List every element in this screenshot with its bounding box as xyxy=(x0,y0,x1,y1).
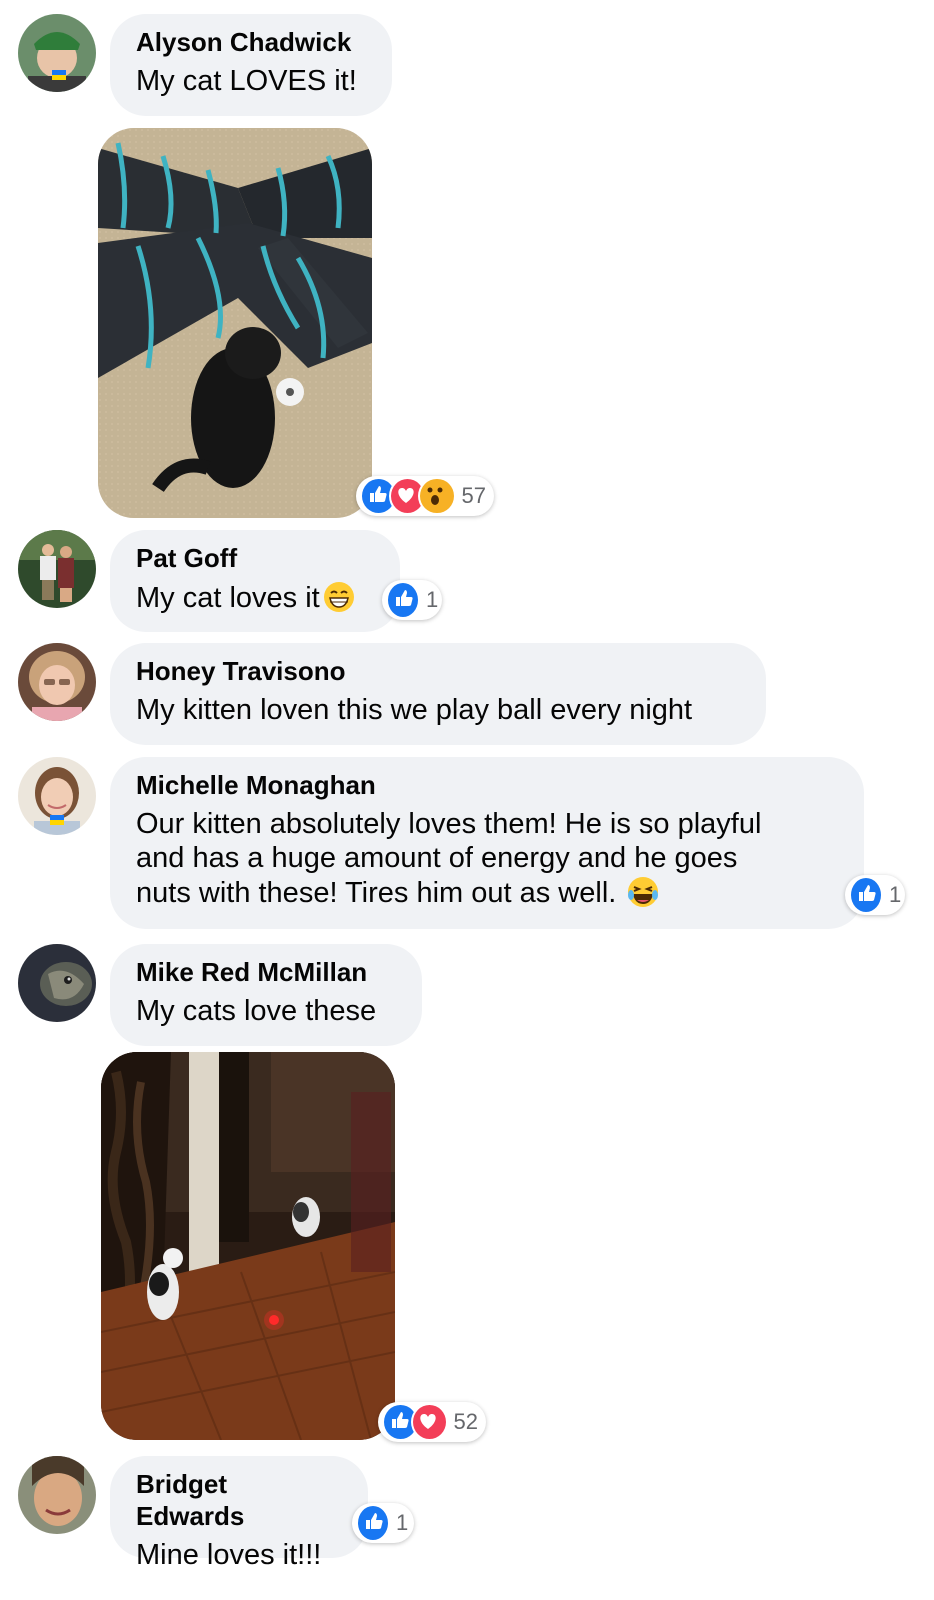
avatar-bridget-edwards[interactable] xyxy=(18,1456,96,1534)
comment-text: My cat LOVES it! xyxy=(136,65,357,97)
comment-photo-cat-tunnel[interactable] xyxy=(98,128,372,518)
reaction-count: 52 xyxy=(453,1409,478,1434)
grin-emoji xyxy=(322,580,356,614)
avatar-mike-red-mcmillan[interactable] xyxy=(18,944,96,1022)
comment-bubble[interactable]: Honey Travisono My kitten loven this we … xyxy=(110,643,766,745)
avatar-pat-goff[interactable] xyxy=(18,530,96,608)
avatar-michelle-monaghan[interactable] xyxy=(18,757,96,835)
reaction-count: 57 xyxy=(461,483,486,508)
like-icon xyxy=(386,581,420,619)
reactions-summary[interactable]: 1 xyxy=(352,1503,414,1543)
laugh-emoji xyxy=(626,875,660,909)
reactions-summary[interactable]: 52 xyxy=(378,1402,486,1442)
comment-author[interactable]: Pat Goff xyxy=(136,542,374,574)
comment-text: My kitten loven this we play ball every … xyxy=(136,694,693,726)
avatar-alyson-chadwick[interactable] xyxy=(18,14,96,92)
comment-author[interactable]: Mike Red McMillan xyxy=(136,956,396,988)
reactions-summary[interactable]: 1 xyxy=(382,580,442,620)
comment-text: Our kitten absolutely loves them! He is … xyxy=(136,808,762,909)
like-icon xyxy=(356,1504,390,1542)
avatar-honey-travisono[interactable] xyxy=(18,643,96,721)
reaction-count: 1 xyxy=(426,587,439,612)
comment-text: My cat loves it xyxy=(136,580,374,615)
comment-text: My cats love these xyxy=(136,995,377,1027)
comment-bubble[interactable]: Pat Goff My cat loves it xyxy=(110,530,400,632)
like-icon xyxy=(849,876,883,914)
reaction-count: 1 xyxy=(889,882,902,907)
comment-author[interactable]: Honey Travisono xyxy=(136,655,740,687)
reactions-summary[interactable]: 1 xyxy=(845,875,905,915)
comment-text: Mine loves it!!! xyxy=(136,1539,322,1571)
comment-bubble[interactable]: Alyson Chadwick My cat LOVES it! xyxy=(110,14,392,116)
comment-bubble[interactable]: Mike Red McMillan My cats love these xyxy=(110,944,422,1046)
comment-bubble[interactable]: Michelle Monaghan Our kitten absolutely … xyxy=(110,757,864,929)
wow-icon xyxy=(418,477,456,515)
reaction-count: 1 xyxy=(396,1510,409,1535)
comment-author[interactable]: Alyson Chadwick xyxy=(136,26,366,58)
comment-author[interactable]: Michelle Monaghan xyxy=(136,769,838,801)
love-icon xyxy=(410,1403,448,1441)
reactions-summary[interactable]: 57 xyxy=(356,476,494,516)
comment-author[interactable]: Bridget Edwards xyxy=(136,1468,342,1532)
comment-photo-cats-laser[interactable] xyxy=(101,1052,395,1440)
comment-bubble[interactable]: Bridget Edwards Mine loves it!!! xyxy=(110,1456,368,1571)
